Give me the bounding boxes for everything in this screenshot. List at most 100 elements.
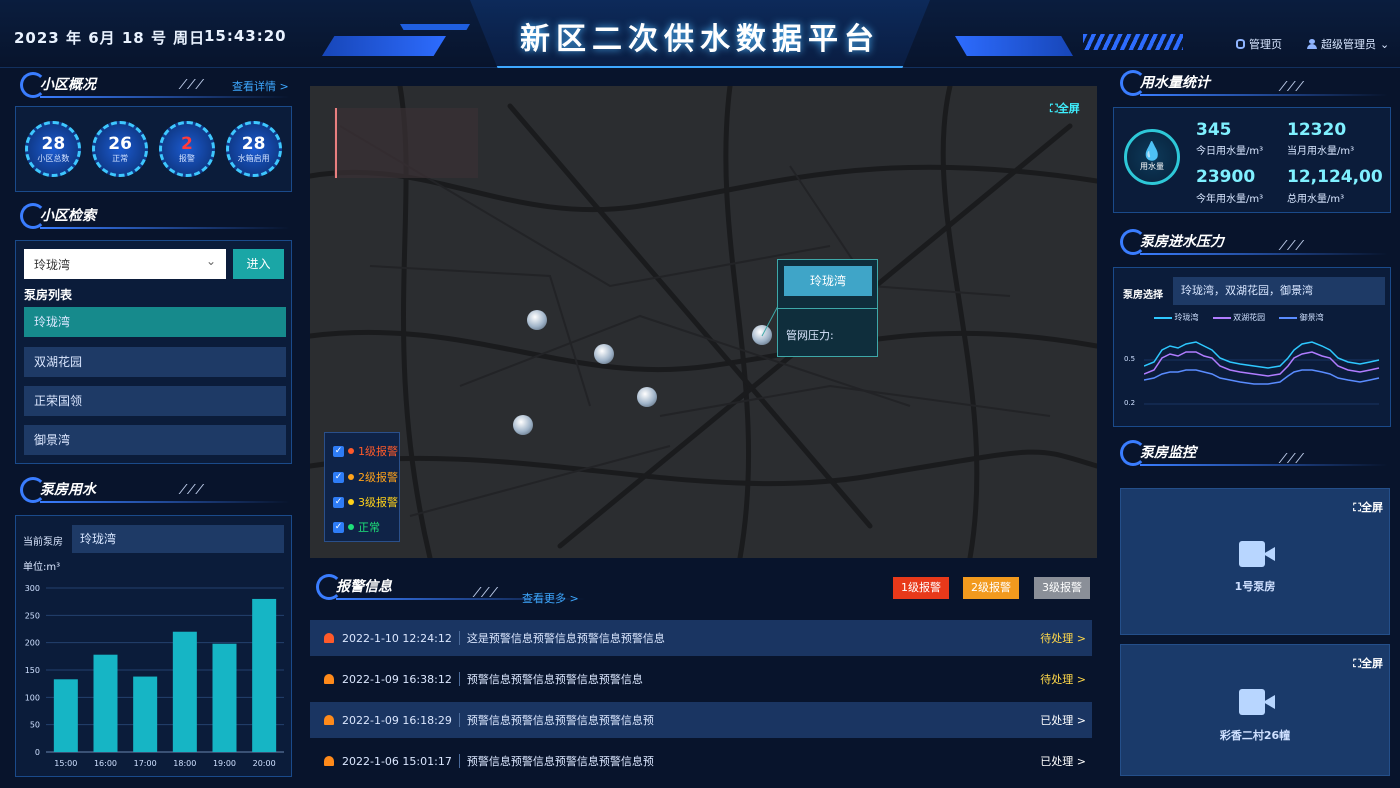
x-tick-label: 15:00 — [54, 759, 77, 768]
bar — [53, 679, 78, 752]
x-tick-label: 20:00 — [253, 759, 276, 768]
fullscreen-icon: ⛶ — [1050, 102, 1058, 115]
admin-page-label: 管理页 — [1249, 38, 1282, 51]
checkbox-icon: ✓ — [333, 521, 344, 533]
pump-list-item[interactable]: 双湖花园 — [24, 347, 286, 377]
stat-value: 26 — [108, 133, 132, 154]
video-name: 1号泵房 — [1234, 580, 1276, 593]
kpi-value: 12320 — [1287, 120, 1347, 140]
pump-marker[interactable] — [637, 387, 657, 407]
time-display: 15:43:20 — [204, 27, 287, 45]
bar — [212, 643, 237, 752]
video-fullscreen-button[interactable]: ⛶全屏 — [1353, 499, 1383, 515]
video-fullscreen-button[interactable]: ⛶全屏 — [1353, 655, 1383, 671]
pump-marker[interactable] — [594, 344, 614, 364]
header-decoration-right — [955, 36, 1073, 56]
overview-more-link[interactable]: 查看详情 > — [232, 78, 289, 94]
alarms-more-link[interactable]: 查看更多 > — [522, 590, 579, 606]
stat-row: 28 小区总数 26 正常 2 报警 28 水箱启用 — [16, 107, 291, 191]
video-card-1[interactable]: ⛶全屏 1号泵房 — [1120, 488, 1390, 635]
pressure-select[interactable]: 玲珑湾，双湖花园，御景湾 — [1173, 277, 1385, 305]
water-usage-bar-chart: 0 50 100 150 200 250 300 15:00 16:00 17:00 18:00 19… — [25, 584, 284, 768]
pump-marker[interactable] — [527, 310, 547, 330]
water-panel: 💧 用水量 345 今日用水量/m³ 12320 当月用水量/m³ 23900 … — [1113, 107, 1391, 213]
water-header: 用水量统计 ⁄ ⁄ ⁄ — [1120, 70, 1390, 96]
alarm-status[interactable]: 待处理 > — [1040, 671, 1086, 687]
stat-label: 报警 — [178, 153, 195, 163]
water-gauge: 💧 用水量 — [1124, 129, 1180, 185]
kpi-value: 23900 — [1196, 167, 1256, 187]
legend-level1[interactable]: ✓ 1级报警 — [333, 443, 398, 459]
pump-usage-title: 泵房用水 — [40, 482, 96, 498]
pump-list-item[interactable]: 正荣国领 — [24, 386, 286, 416]
search-header: 小区检索 — [20, 203, 292, 229]
enter-button[interactable]: 进入 — [233, 249, 284, 279]
status-dot — [348, 524, 354, 530]
checkbox-icon: ✓ — [333, 471, 344, 483]
pressure-select-label: 泵房选择 — [1123, 290, 1163, 301]
kpi-label: 当月用水量/m³ — [1287, 146, 1355, 157]
stat-total: 28 小区总数 — [25, 121, 82, 177]
section-underline — [40, 227, 290, 229]
header-decoration-left — [322, 36, 446, 56]
series-line — [1144, 369, 1380, 385]
y-tick-label: 100 — [25, 693, 40, 702]
checkbox-icon: ✓ — [333, 496, 344, 508]
alarm-status[interactable]: 已处理 > — [1040, 753, 1086, 769]
legend-item: 玲珑湾 — [1154, 312, 1199, 323]
x-tick-label: 19:00 — [213, 759, 236, 768]
alarm-time: 2022-1-06 15:01:17 — [342, 754, 452, 768]
filter-level2-button[interactable]: 2级报警 — [963, 577, 1019, 599]
popup-title: 玲珑湾 — [784, 266, 872, 296]
divider — [458, 713, 460, 727]
kpi-label: 今日用水量/m³ — [1196, 146, 1264, 157]
map-view[interactable]: ⛶全屏 — [310, 86, 1097, 558]
map-roads — [310, 86, 1097, 558]
header-decoration-left-bar — [400, 24, 470, 30]
alarm-message: 这是预警信息预警信息预警信息预警信息 — [466, 632, 665, 645]
community-select[interactable]: 玲珑湾 ⌄ — [24, 249, 226, 279]
pressure-tick: 0.5 — [1124, 355, 1136, 363]
user-menu[interactable]: 超级管理员 ⌄ — [1307, 36, 1389, 52]
alarm-bell-icon — [324, 715, 334, 725]
alarm-status[interactable]: 已处理 > — [1040, 712, 1086, 728]
stat-value: 2 — [180, 133, 193, 154]
filter-level3-button[interactable]: 3级报警 — [1034, 577, 1090, 599]
popup-pressure-label: 管网压力: — [786, 329, 834, 342]
slash-decoration: ⁄ ⁄ ⁄ — [182, 483, 202, 498]
pump-list-item[interactable]: 御景湾 — [24, 425, 286, 455]
search-title: 小区检索 — [40, 208, 96, 224]
alarm-status[interactable]: 待处理 > — [1040, 630, 1086, 646]
map-fullscreen-label: 全屏 — [1057, 102, 1080, 115]
video-card-2[interactable]: ⛶全屏 彩香二村26幢 — [1120, 644, 1390, 776]
legend-item: 双湖花园 — [1212, 312, 1265, 323]
map-legend: ✓ 1级报警 ✓ 2级报警 ✓ 3级报警 ✓ 正常 — [324, 432, 400, 542]
alarm-row[interactable]: 2022-1-09 16:18:29 预警信息预警信息预警信息预警信息预 已处理… — [310, 702, 1092, 738]
admin-page-link[interactable]: 管理页 — [1236, 36, 1282, 52]
alarm-row[interactable]: 2022-1-09 16:38:12 预警信息预警信息预警信息预警信息 待处理 … — [310, 661, 1092, 697]
water-title: 用水量统计 — [1140, 75, 1210, 91]
alarm-row[interactable]: 2022-1-10 12:24:12 这是预警信息预警信息预警信息预警信息 待处… — [310, 620, 1092, 656]
y-tick-label: 200 — [25, 639, 40, 648]
community-select-value: 玲珑湾 — [34, 258, 71, 272]
legend-level3[interactable]: ✓ 3级报警 — [333, 494, 398, 510]
chevron-down-icon: ⌄ — [205, 254, 216, 268]
legend-swatch — [1279, 316, 1298, 319]
legend-label: 2级报警 — [358, 471, 398, 484]
legend-normal[interactable]: ✓ 正常 — [333, 519, 380, 535]
monitor-header: 泵房监控 ⁄ ⁄ ⁄ — [1120, 440, 1390, 467]
pump-list-item[interactable]: 玲珑湾 — [24, 307, 286, 337]
alarm-row[interactable]: 2022-1-06 15:01:17 预警信息预警信息预警信息预警信息预 已处理… — [310, 743, 1092, 779]
divider — [458, 754, 460, 768]
alarm-time: 2022-1-09 16:18:29 — [342, 713, 452, 727]
stat-label: 水箱启用 — [237, 153, 270, 163]
stat-normal: 26 正常 — [92, 121, 149, 177]
map-fullscreen-button[interactable]: ⛶全屏 — [1050, 100, 1080, 116]
filter-level1-button[interactable]: 1级报警 — [893, 577, 949, 599]
legend-level2[interactable]: ✓ 2级报警 — [333, 469, 398, 485]
alarms-header: 报警信息 ⁄ ⁄ ⁄ 查看更多 > — [316, 574, 588, 605]
page-title: 新区二次供水数据平台 — [520, 22, 880, 57]
pressure-line-chart — [1144, 341, 1380, 405]
pump-marker[interactable] — [513, 415, 533, 435]
chevron-down-icon: ⌄ — [1380, 37, 1390, 51]
